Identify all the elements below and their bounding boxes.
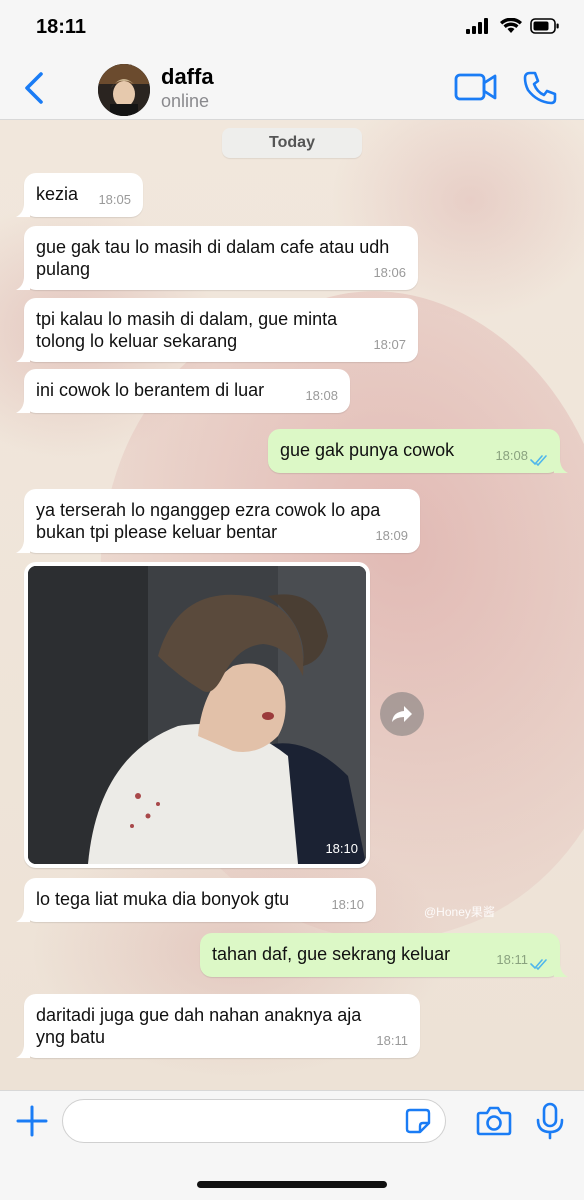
microphone-button[interactable] [532, 1101, 568, 1141]
message-time: 18:10 [331, 897, 364, 912]
chat-area[interactable]: Today kezia 18:05 gue gak tau lo masih d… [0, 120, 584, 1090]
watermark: @Honey果酱 [424, 905, 495, 919]
attach-button[interactable] [12, 1101, 52, 1141]
incoming-message[interactable]: kezia 18:05 [16, 173, 143, 217]
outgoing-message[interactable]: gue gak punya cowok 18:08 [268, 429, 568, 473]
bubble-tail [554, 963, 568, 977]
outgoing-message[interactable]: tahan daf, gue sekrang keluar 18:11 [200, 933, 568, 977]
chevron-left-icon [25, 72, 43, 104]
camera-button[interactable] [474, 1101, 514, 1141]
message-time: 18:08 [305, 388, 338, 403]
forward-button[interactable] [380, 692, 424, 736]
microphone-icon [536, 1102, 564, 1140]
avatar[interactable] [98, 64, 150, 116]
home-indicator[interactable] [197, 1181, 387, 1188]
contact-name[interactable]: daffa [161, 64, 214, 90]
bubble-tail [16, 908, 30, 922]
photo-content [28, 566, 366, 864]
bubble-tail [16, 276, 30, 290]
incoming-message[interactable]: ini cowok lo berantem di luar 18:08 [16, 369, 350, 413]
incoming-message[interactable]: lo tega liat muka dia bonyok gtu 18:10 [16, 878, 376, 922]
back-button[interactable] [16, 66, 52, 110]
message-time: 18:06 [373, 265, 406, 280]
bubble-tail [16, 1044, 30, 1058]
read-receipt-icon [530, 959, 547, 971]
message-time: 18:08 [495, 448, 528, 463]
contact-status: online [161, 91, 210, 111]
date-divider: Today [222, 128, 362, 158]
message-text: daritadi juga gue dah nahan anaknya aja … [36, 1005, 362, 1047]
message-time: 18:11 [496, 952, 528, 967]
video-camera-icon [454, 73, 497, 101]
video-call-button[interactable] [454, 70, 498, 104]
message-input[interactable] [62, 1099, 446, 1143]
avatar-photo [98, 64, 150, 116]
message-time: 18:05 [98, 192, 131, 207]
incoming-message[interactable]: ya terserah lo nganggep ezra cowok lo ap… [16, 489, 420, 553]
message-composer [0, 1090, 584, 1200]
sticker-button[interactable] [404, 1107, 432, 1135]
wallpaper [330, 120, 584, 320]
bubble-tail [554, 459, 568, 473]
status-icons [466, 18, 560, 34]
chat-header: daffa online [0, 56, 584, 120]
message-text: lo tega liat muka dia bonyok gtu [36, 889, 290, 909]
voice-call-button[interactable] [520, 68, 560, 108]
message-time: 18:11 [376, 1033, 408, 1048]
incoming-message[interactable]: daritadi juga gue dah nahan anaknya aja … [16, 994, 420, 1058]
plus-icon [16, 1105, 48, 1137]
bubble-tail [16, 539, 30, 553]
message-text: tpi kalau lo masih di dalam, gue minta t… [36, 309, 338, 351]
bubble-tail [16, 399, 30, 413]
message-photo[interactable]: 18:10 [28, 566, 366, 864]
status-time: 18:11 [36, 16, 87, 38]
message-text: ya terserah lo nganggep ezra cowok lo ap… [36, 500, 381, 542]
camera-icon [476, 1106, 512, 1136]
bubble-tail [16, 203, 30, 217]
status-bar: 18:11 [0, 0, 584, 56]
forward-arrow-icon [392, 706, 412, 722]
phone-icon [523, 71, 557, 105]
wifi-icon [500, 18, 522, 33]
message-time: 18:09 [375, 528, 408, 543]
message-text: gue gak tau lo masih di dalam cafe atau … [36, 237, 390, 279]
cellular-signal-icon [466, 18, 488, 34]
incoming-message[interactable]: gue gak tau lo masih di dalam cafe atau … [16, 226, 418, 290]
battery-icon [530, 18, 559, 34]
message-time: 18:10 [325, 841, 358, 856]
incoming-message[interactable]: tpi kalau lo masih di dalam, gue minta t… [16, 298, 418, 362]
read-receipt-icon [530, 455, 547, 467]
sticker-icon [405, 1108, 431, 1134]
image-message[interactable]: 18:10 [24, 562, 370, 868]
bubble-tail [16, 348, 30, 362]
message-text: ini cowok lo berantem di luar [36, 380, 265, 400]
message-time: 18:07 [373, 337, 406, 352]
